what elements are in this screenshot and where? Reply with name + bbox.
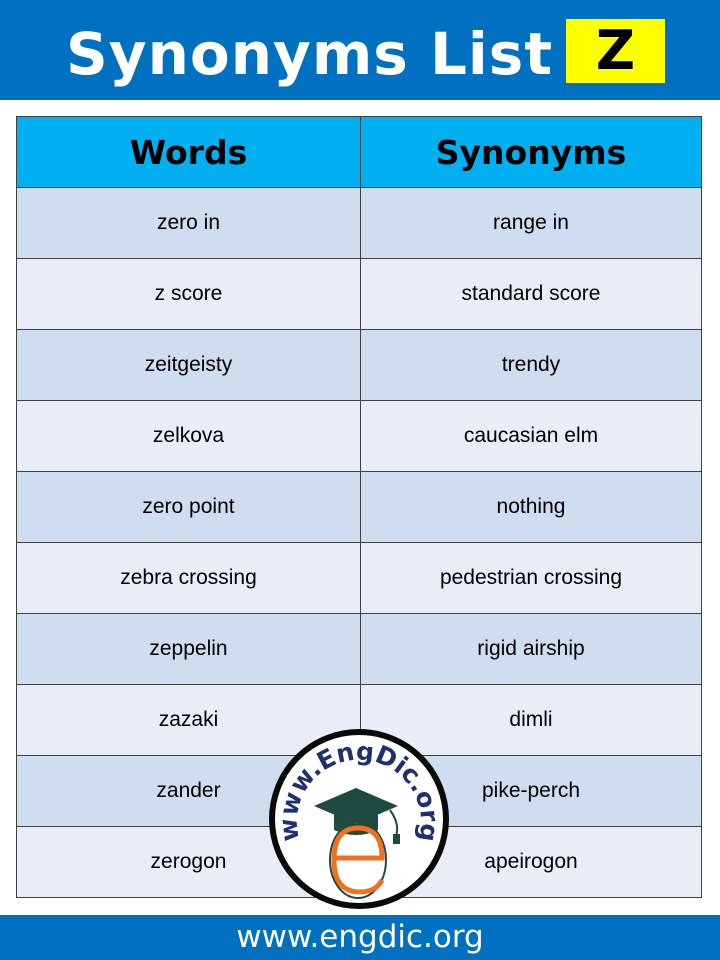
word-cell: zebra crossing xyxy=(16,542,361,614)
page-title: Synonyms List xyxy=(66,20,554,88)
table-row: zeitgeisty trendy xyxy=(16,329,702,401)
synonym-cell: rigid airship xyxy=(360,613,702,685)
footer-url: www.engdic.org xyxy=(236,919,484,955)
word-cell: zero point xyxy=(16,471,361,543)
word-cell: zero in xyxy=(16,187,361,259)
word-cell: z score xyxy=(16,258,361,330)
synonym-cell: pedestrian crossing xyxy=(360,542,702,614)
table-header-row: Words Synonyms xyxy=(16,116,702,188)
word-cell: zeppelin xyxy=(16,613,361,685)
column-header-synonyms: Synonyms xyxy=(360,116,702,188)
synonym-cell: range in xyxy=(360,187,702,259)
table-row: z score standard score xyxy=(16,258,702,330)
table-row: zeppelin rigid airship xyxy=(16,613,702,685)
footer-banner: www.engdic.org xyxy=(0,915,720,960)
synonym-cell: caucasian elm xyxy=(360,400,702,472)
synonym-cell: standard score xyxy=(360,258,702,330)
engdic-logo: www.EngDic.org xyxy=(268,728,450,910)
column-header-words: Words xyxy=(16,116,361,188)
table-row: zero point nothing xyxy=(16,471,702,543)
word-cell: zelkova xyxy=(16,400,361,472)
table-row: zebra crossing pedestrian crossing xyxy=(16,542,702,614)
logo-badge-icon: www.EngDic.org xyxy=(269,729,449,909)
table-row: zelkova caucasian elm xyxy=(16,400,702,472)
letter-badge: Z xyxy=(566,19,665,83)
synonym-cell: nothing xyxy=(360,471,702,543)
header-banner: Synonyms List Z xyxy=(0,0,720,100)
word-cell: zeitgeisty xyxy=(16,329,361,401)
table-row: zero in range in xyxy=(16,187,702,259)
synonym-cell: trendy xyxy=(360,329,702,401)
